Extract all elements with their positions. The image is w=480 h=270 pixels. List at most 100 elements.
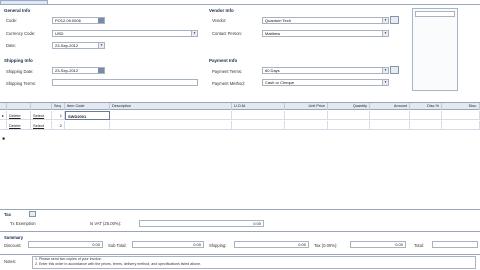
grid-header-description[interactable]: Description [110, 103, 232, 110]
ship-terms-field[interactable] [52, 79, 198, 86]
code-lookup-icon[interactable] [98, 18, 104, 23]
calendar-icon[interactable]: ▾ [98, 43, 104, 48]
seq-cell: 1 [52, 111, 65, 120]
item-code-cell[interactable] [65, 121, 110, 130]
table-row[interactable]: ▸ Delete Select 1 SWD2001 [0, 111, 480, 120]
uom-cell[interactable] [232, 121, 285, 130]
disc-cell [442, 121, 480, 130]
unit-price-cell[interactable] [285, 111, 328, 120]
notes-field[interactable]: 1. Please send two copies of your invoic… [32, 256, 476, 269]
code-value: PO12.09.0006 [55, 18, 81, 23]
contact-value: Matthew [265, 31, 281, 36]
item-code-input[interactable]: SWD2001 [65, 111, 110, 120]
grid-header-delete [7, 103, 31, 110]
date-label: Date: [6, 43, 17, 48]
vat-field[interactable]: 0.00 [139, 220, 264, 227]
contact-field[interactable]: Matthew ▾ [262, 30, 389, 37]
tax-summary-label: Tax (0.00%): [314, 243, 338, 248]
side-panel [412, 8, 458, 91]
currency-label: Currency Code: [6, 31, 36, 36]
row-selector[interactable] [0, 121, 7, 130]
payment-terms-value: 60 Days [265, 68, 280, 73]
discount-label: Discount: [4, 243, 22, 248]
uom-cell[interactable] [232, 111, 285, 120]
vendor-lookup-icon[interactable] [390, 16, 399, 24]
currency-value: USD [55, 31, 64, 36]
tax-title: Tax [4, 212, 11, 217]
new-row-icon[interactable]: ✱ [2, 136, 5, 141]
vat-label: Is VAT (25.00%): [90, 221, 122, 226]
grid-header-disc[interactable]: Disc. [442, 103, 480, 110]
code-field[interactable]: PO12.09.0006 [52, 17, 105, 24]
tax-summary-field: 0.00 [350, 241, 406, 248]
ship-terms-label: Shipping Terms: [6, 81, 36, 86]
payment-method-label: Payment Method: [212, 81, 245, 86]
amount-cell [370, 121, 410, 130]
grid-header-quantity[interactable]: Quantity [328, 103, 370, 110]
ship-date-label: Shipping Date: [6, 69, 34, 74]
delete-link[interactable]: Delete [7, 111, 31, 120]
delete-link[interactable]: Delete [7, 121, 31, 130]
ship-date-field[interactable]: 23-Sep-2012 [52, 67, 105, 74]
general-info-title: General Info [4, 8, 31, 13]
unit-price-cell[interactable] [285, 121, 328, 130]
description-cell[interactable] [110, 121, 232, 130]
notes-divider [0, 254, 480, 255]
payment-method-value: Cash or Cheque [265, 80, 295, 85]
notes-line-2: 2. Enter this order in accordance with t… [35, 262, 201, 266]
payment-terms-label: Payment Terms: [212, 69, 243, 74]
subtotal-field: 0.00 [132, 241, 204, 248]
shipping-field[interactable]: 0.00 [234, 241, 309, 248]
payment-terms-field[interactable]: 60 Days ▾ [262, 67, 389, 74]
date-value: 23-Sep-2012 [55, 43, 79, 48]
payment-info-title: Payment Info [209, 58, 238, 63]
grid-header-unit-price[interactable]: Unit Price [285, 103, 328, 110]
vendor-value: Quantum Tech [265, 18, 291, 23]
description-cell[interactable] [110, 111, 232, 120]
shipping-label: Shipping: [209, 243, 227, 248]
grid-header-item-code[interactable]: Item Code [65, 103, 110, 110]
contact-label: Contact Person: [212, 31, 243, 36]
shipping-info-title: Shipping Info [4, 58, 33, 63]
chevron-down-icon[interactable]: ▾ [382, 68, 388, 73]
grid-header-disc-pct[interactable]: Disc % [410, 103, 442, 110]
discount-field[interactable]: 0.00 [28, 241, 103, 248]
chevron-down-icon[interactable]: ▾ [382, 80, 388, 85]
grid-header: Seq Item Code Description U.O.M. Unit Pr… [0, 103, 480, 110]
row-selector-icon[interactable]: ▸ [0, 111, 7, 120]
calendar-icon[interactable] [98, 68, 104, 73]
amount-cell [370, 111, 410, 120]
quantity-cell[interactable] [328, 121, 370, 130]
summary-title: Summary [4, 235, 24, 240]
chevron-down-icon[interactable]: ▾ [382, 31, 388, 36]
tab-strip-divider [0, 4, 480, 5]
grid-header-seq[interactable]: Seq [52, 103, 65, 110]
tax-toggle-icon[interactable] [29, 211, 36, 217]
grid-header-uom[interactable]: U.O.M. [232, 103, 285, 110]
grid-header-amount[interactable]: Amount [370, 103, 410, 110]
quantity-cell[interactable] [328, 111, 370, 120]
grid-header-rowmark [0, 103, 7, 110]
tax-exemption-label: Tx Exemption [10, 221, 36, 226]
vendor-info-title: Vendor Info [209, 8, 234, 13]
grid-header-select [31, 103, 52, 110]
date-field[interactable]: 23-Sep-2012 ▾ [52, 42, 105, 49]
currency-field[interactable]: USD ▾ [52, 30, 198, 37]
side-panel-field[interactable] [415, 11, 455, 17]
chevron-down-icon[interactable]: ▾ [191, 31, 197, 36]
disc-pct-cell[interactable] [410, 111, 442, 120]
ship-date-value: 23-Sep-2012 [55, 68, 79, 73]
payment-method-field[interactable]: Cash or Cheque ▾ [262, 79, 389, 86]
summary-divider [0, 231, 480, 232]
payment-terms-lookup-icon[interactable] [390, 66, 399, 74]
line-items-grid: Seq Item Code Description U.O.M. Unit Pr… [0, 102, 480, 210]
disc-pct-cell[interactable] [410, 121, 442, 130]
select-link[interactable]: Select [31, 121, 52, 130]
total-label: Total: [414, 243, 425, 248]
chevron-down-icon[interactable]: ▾ [382, 18, 388, 23]
subtotal-label: Sub Total: [108, 243, 127, 248]
vendor-field[interactable]: Quantum Tech ▾ [262, 17, 389, 24]
select-link[interactable]: Select [31, 111, 52, 120]
table-row[interactable]: Delete Select 2 [0, 121, 480, 130]
disc-cell [442, 111, 480, 120]
